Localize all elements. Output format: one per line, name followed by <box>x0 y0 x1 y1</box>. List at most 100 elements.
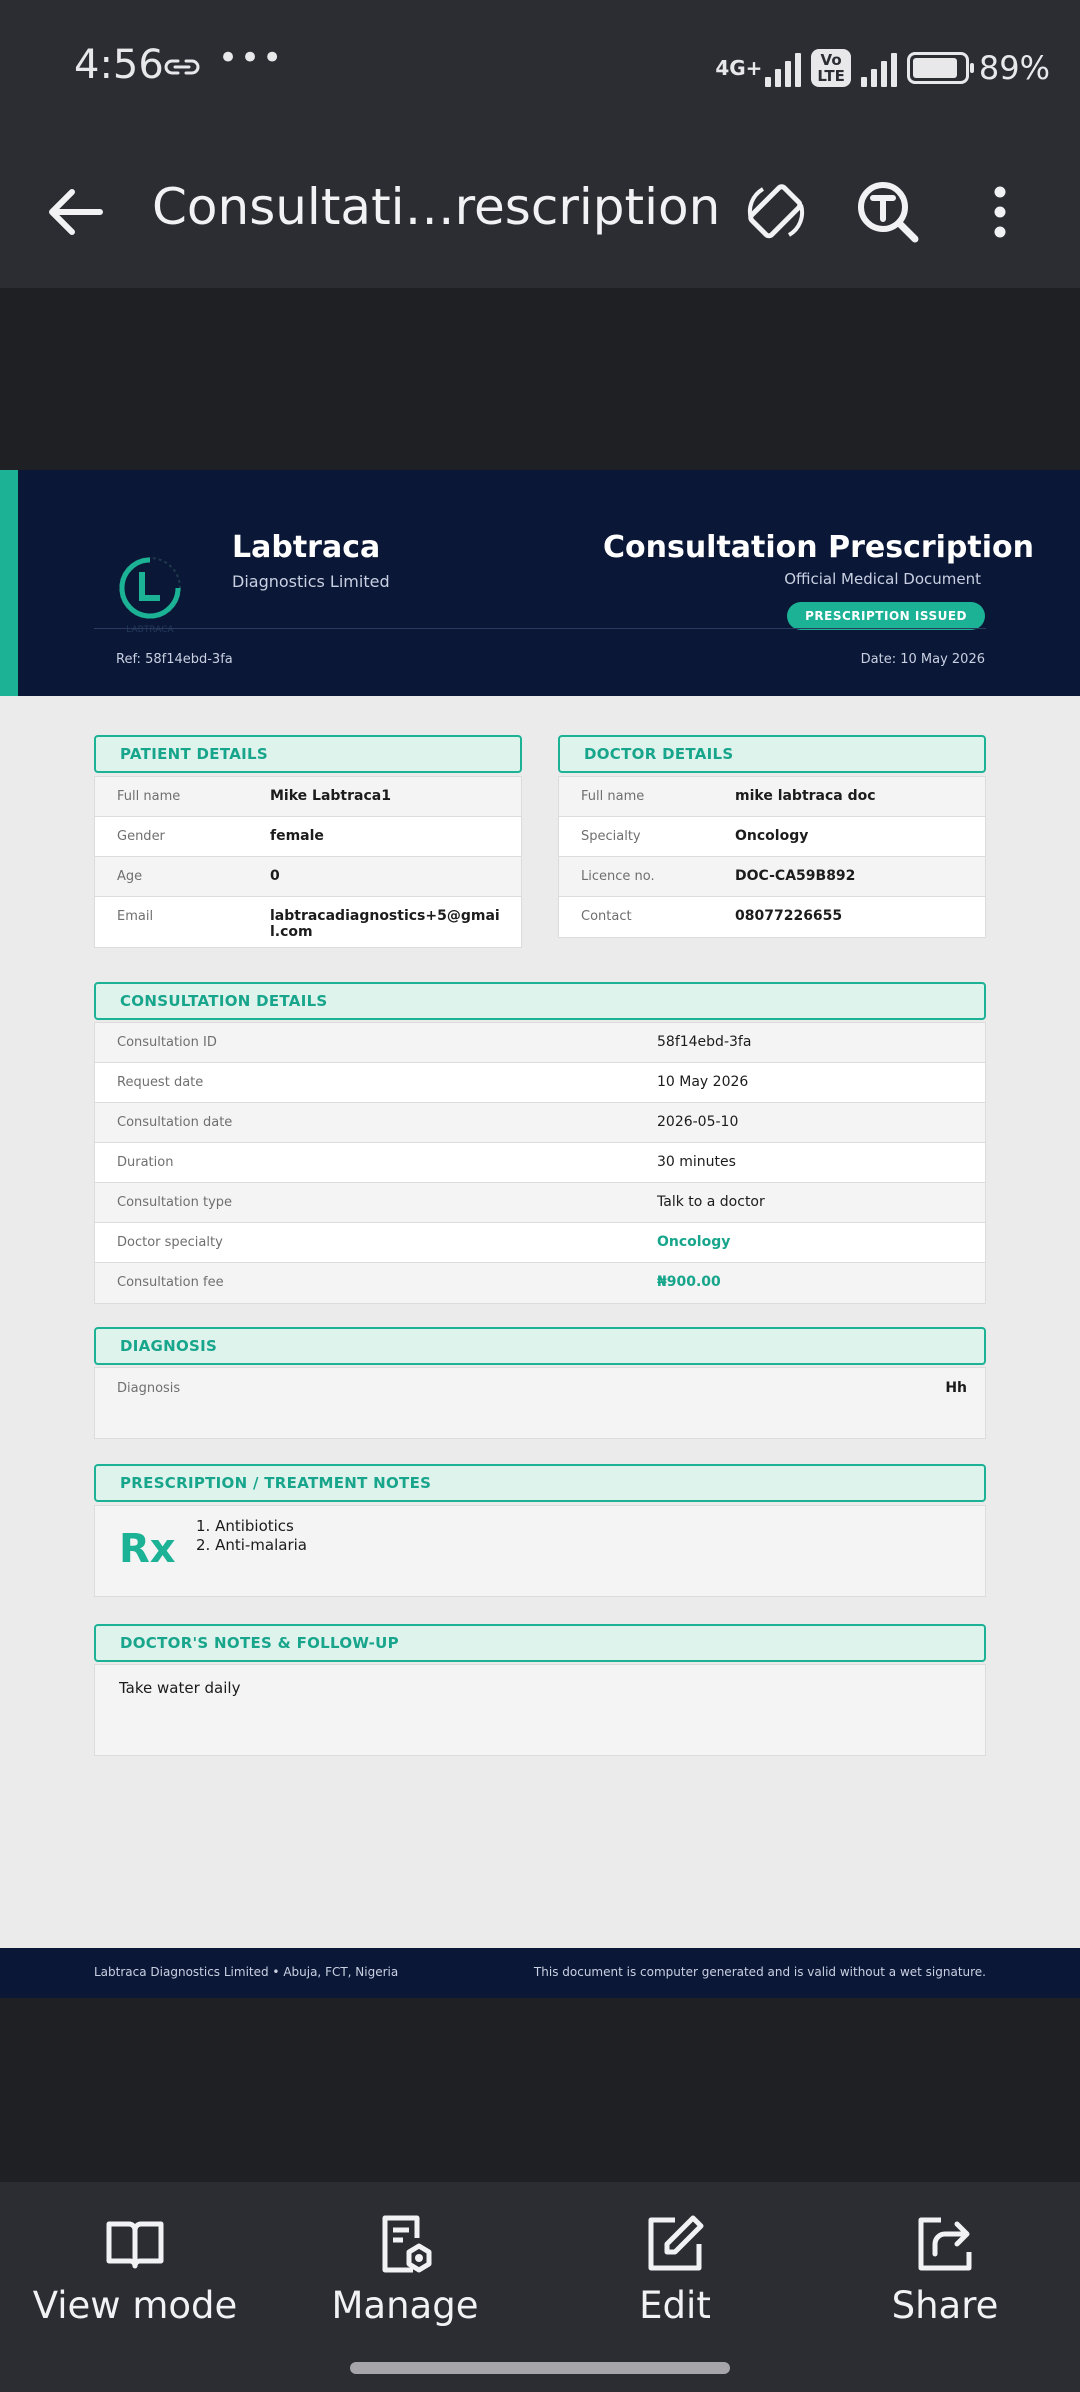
status-bar: 4:56 ••• 4G+ Vo LTE 89% <box>0 0 1080 136</box>
table-row: Full name mike labtraca doc <box>559 777 985 817</box>
header-divider <box>94 628 986 629</box>
table-row: Request date 10 May 2026 <box>95 1063 985 1103</box>
row-value[interactable]: 08077226655 <box>735 897 842 937</box>
brand-name: Labtraca <box>232 530 381 565</box>
brand-subtitle: Diagnostics Limited <box>232 572 390 591</box>
document-header: LABTRACA Labtraca Diagnostics Limited Co… <box>0 470 1080 696</box>
table-row: Consultation type Talk to a doctor <box>95 1183 985 1223</box>
table-row: Age 0 <box>95 857 521 897</box>
row-label: Email <box>117 909 154 924</box>
row-value: Oncology <box>735 828 809 844</box>
header-accent <box>0 470 18 696</box>
patient-details-heading: PATIENT DETAILS <box>94 735 522 773</box>
logo-text: LABTRACA <box>126 625 174 635</box>
home-indicator[interactable] <box>350 2362 730 2374</box>
row-value: 10 May 2026 <box>657 1074 749 1090</box>
document-footer: Labtraca Diagnostics Limited • Abuja, FC… <box>0 1948 1080 1998</box>
status-badge: PRESCRIPTION ISSUED <box>787 602 985 630</box>
row-label: Consultation fee <box>117 1275 224 1290</box>
edit-button[interactable]: Edit <box>540 2212 810 2327</box>
footer-address: Labtraca Diagnostics Limited • Abuja, FC… <box>94 1965 399 1979</box>
table-row: Licence no. DOC-CA59B892 <box>559 857 985 897</box>
status-time: 4:56 <box>74 42 164 88</box>
row-label: Age <box>117 869 143 884</box>
manage-label: Manage <box>331 2284 479 2327</box>
row-value: 30 minutes <box>657 1154 736 1170</box>
table-row: Contact 08077226655 <box>559 897 985 937</box>
row-value: 58f14ebd-3fa <box>657 1034 752 1050</box>
table-row: Specialty Oncology <box>559 817 985 857</box>
edit-label: Edit <box>639 2284 711 2327</box>
row-label: Consultation type <box>117 1195 233 1210</box>
text-search-button[interactable] <box>848 172 928 252</box>
document-page[interactable]: LABTRACA Labtraca Diagnostics Limited Co… <box>0 470 1080 1998</box>
prescription-item: 2. Anti-malaria <box>196 1536 307 1554</box>
rotate-icon <box>747 184 805 239</box>
row-label: Licence no. <box>581 869 655 884</box>
page-title: Consultati…rescription <box>152 178 721 236</box>
row-label: Full name <box>581 789 645 804</box>
view-mode-button[interactable]: View mode <box>0 2212 270 2327</box>
row-value[interactable]: labtracadiagnostics+5@gmai l.com <box>270 897 505 947</box>
back-arrow-icon <box>49 189 103 235</box>
book-icon <box>106 2221 164 2269</box>
network-type: 4G+ <box>715 56 763 80</box>
share-button[interactable]: Share <box>810 2212 1080 2327</box>
rotate-button[interactable] <box>736 172 816 252</box>
table-row: Gender female <box>95 817 521 857</box>
reference-id: Ref: 58f14ebd-3fa <box>116 652 233 667</box>
document-title: Consultation Prescription <box>602 530 1034 565</box>
table-row: Consultation fee ₦900.00 <box>95 1263 985 1303</box>
doctor-details-heading: DOCTOR DETAILS <box>558 735 986 773</box>
row-label: Consultation date <box>117 1115 233 1130</box>
diagnosis-label: Diagnosis <box>117 1381 181 1396</box>
doctor-notes-text: Take water daily <box>119 1679 241 1697</box>
row-label: Full name <box>117 789 181 804</box>
row-value: mike labtraca doc <box>735 788 876 804</box>
app-bar: Consultati…rescription <box>0 136 1080 288</box>
share-label: Share <box>891 2284 999 2327</box>
row-value: 2026-05-10 <box>657 1114 739 1130</box>
bottom-toolbar: View mode Manage Edit Share <box>0 2182 1080 2392</box>
row-value: Oncology <box>657 1234 731 1250</box>
rx-symbol: Rx <box>119 1526 176 1572</box>
table-row: Doctor specialty Oncology <box>95 1223 985 1263</box>
edit-icon <box>648 2215 704 2271</box>
signal-icon <box>765 49 802 87</box>
battery-icon <box>906 52 974 84</box>
consultation-details-heading: CONSULTATION DETAILS <box>94 982 986 1020</box>
prescription-heading: PRESCRIPTION / TREATMENT NOTES <box>94 1464 986 1502</box>
more-options-button[interactable] <box>960 172 1040 252</box>
document-subtitle: Official Medical Document <box>784 570 981 588</box>
doctor-details-table: Full name mike labtraca doc Specialty Onco… <box>558 776 986 938</box>
row-label: Duration <box>117 1155 174 1170</box>
row-label: Contact <box>581 909 632 924</box>
table-row: Consultation ID 58f14ebd-3fa <box>95 1023 985 1063</box>
patient-details-table: Full name Mike Labtraca1 Gender female Age… <box>94 776 522 948</box>
prescription-item: 1. Antibiotics <box>196 1517 294 1535</box>
table-row: Email labtracadiagnostics+5@gmai l.com <box>95 897 521 947</box>
row-value: Mike Labtraca1 <box>270 788 391 804</box>
volte-badge: Vo LTE <box>811 49 851 87</box>
back-button[interactable] <box>36 172 116 252</box>
document-date: Date: 10 May 2026 <box>860 652 985 667</box>
row-label: Specialty <box>581 829 641 844</box>
labtraca-logo: LABTRACA <box>119 557 181 635</box>
row-label: Request date <box>117 1075 204 1090</box>
doctor-notes-heading: DOCTOR'S NOTES & FOLLOW-UP <box>94 1624 986 1662</box>
view-mode-label: View mode <box>32 2284 238 2327</box>
consultation-details-table: Consultation ID 58f14ebd-3fa Request date… <box>94 1022 986 1304</box>
row-label: Consultation ID <box>117 1035 217 1050</box>
text-search-icon <box>858 182 919 243</box>
diagnosis-value: Hh <box>945 1380 967 1396</box>
diagnosis-heading: DIAGNOSIS <box>94 1327 986 1365</box>
table-row: Duration 30 minutes <box>95 1143 985 1183</box>
manage-button[interactable]: Manage <box>270 2212 540 2327</box>
more-vert-icon <box>994 186 1006 238</box>
row-value: 0 <box>270 868 280 884</box>
diagnosis-box: Diagnosis Hh <box>94 1367 986 1439</box>
link-icon <box>164 59 200 75</box>
row-label: Doctor specialty <box>117 1235 223 1250</box>
status-indicators: 4G+ Vo LTE 89% <box>715 40 1050 96</box>
doctor-notes-box: Take water daily <box>94 1664 986 1756</box>
